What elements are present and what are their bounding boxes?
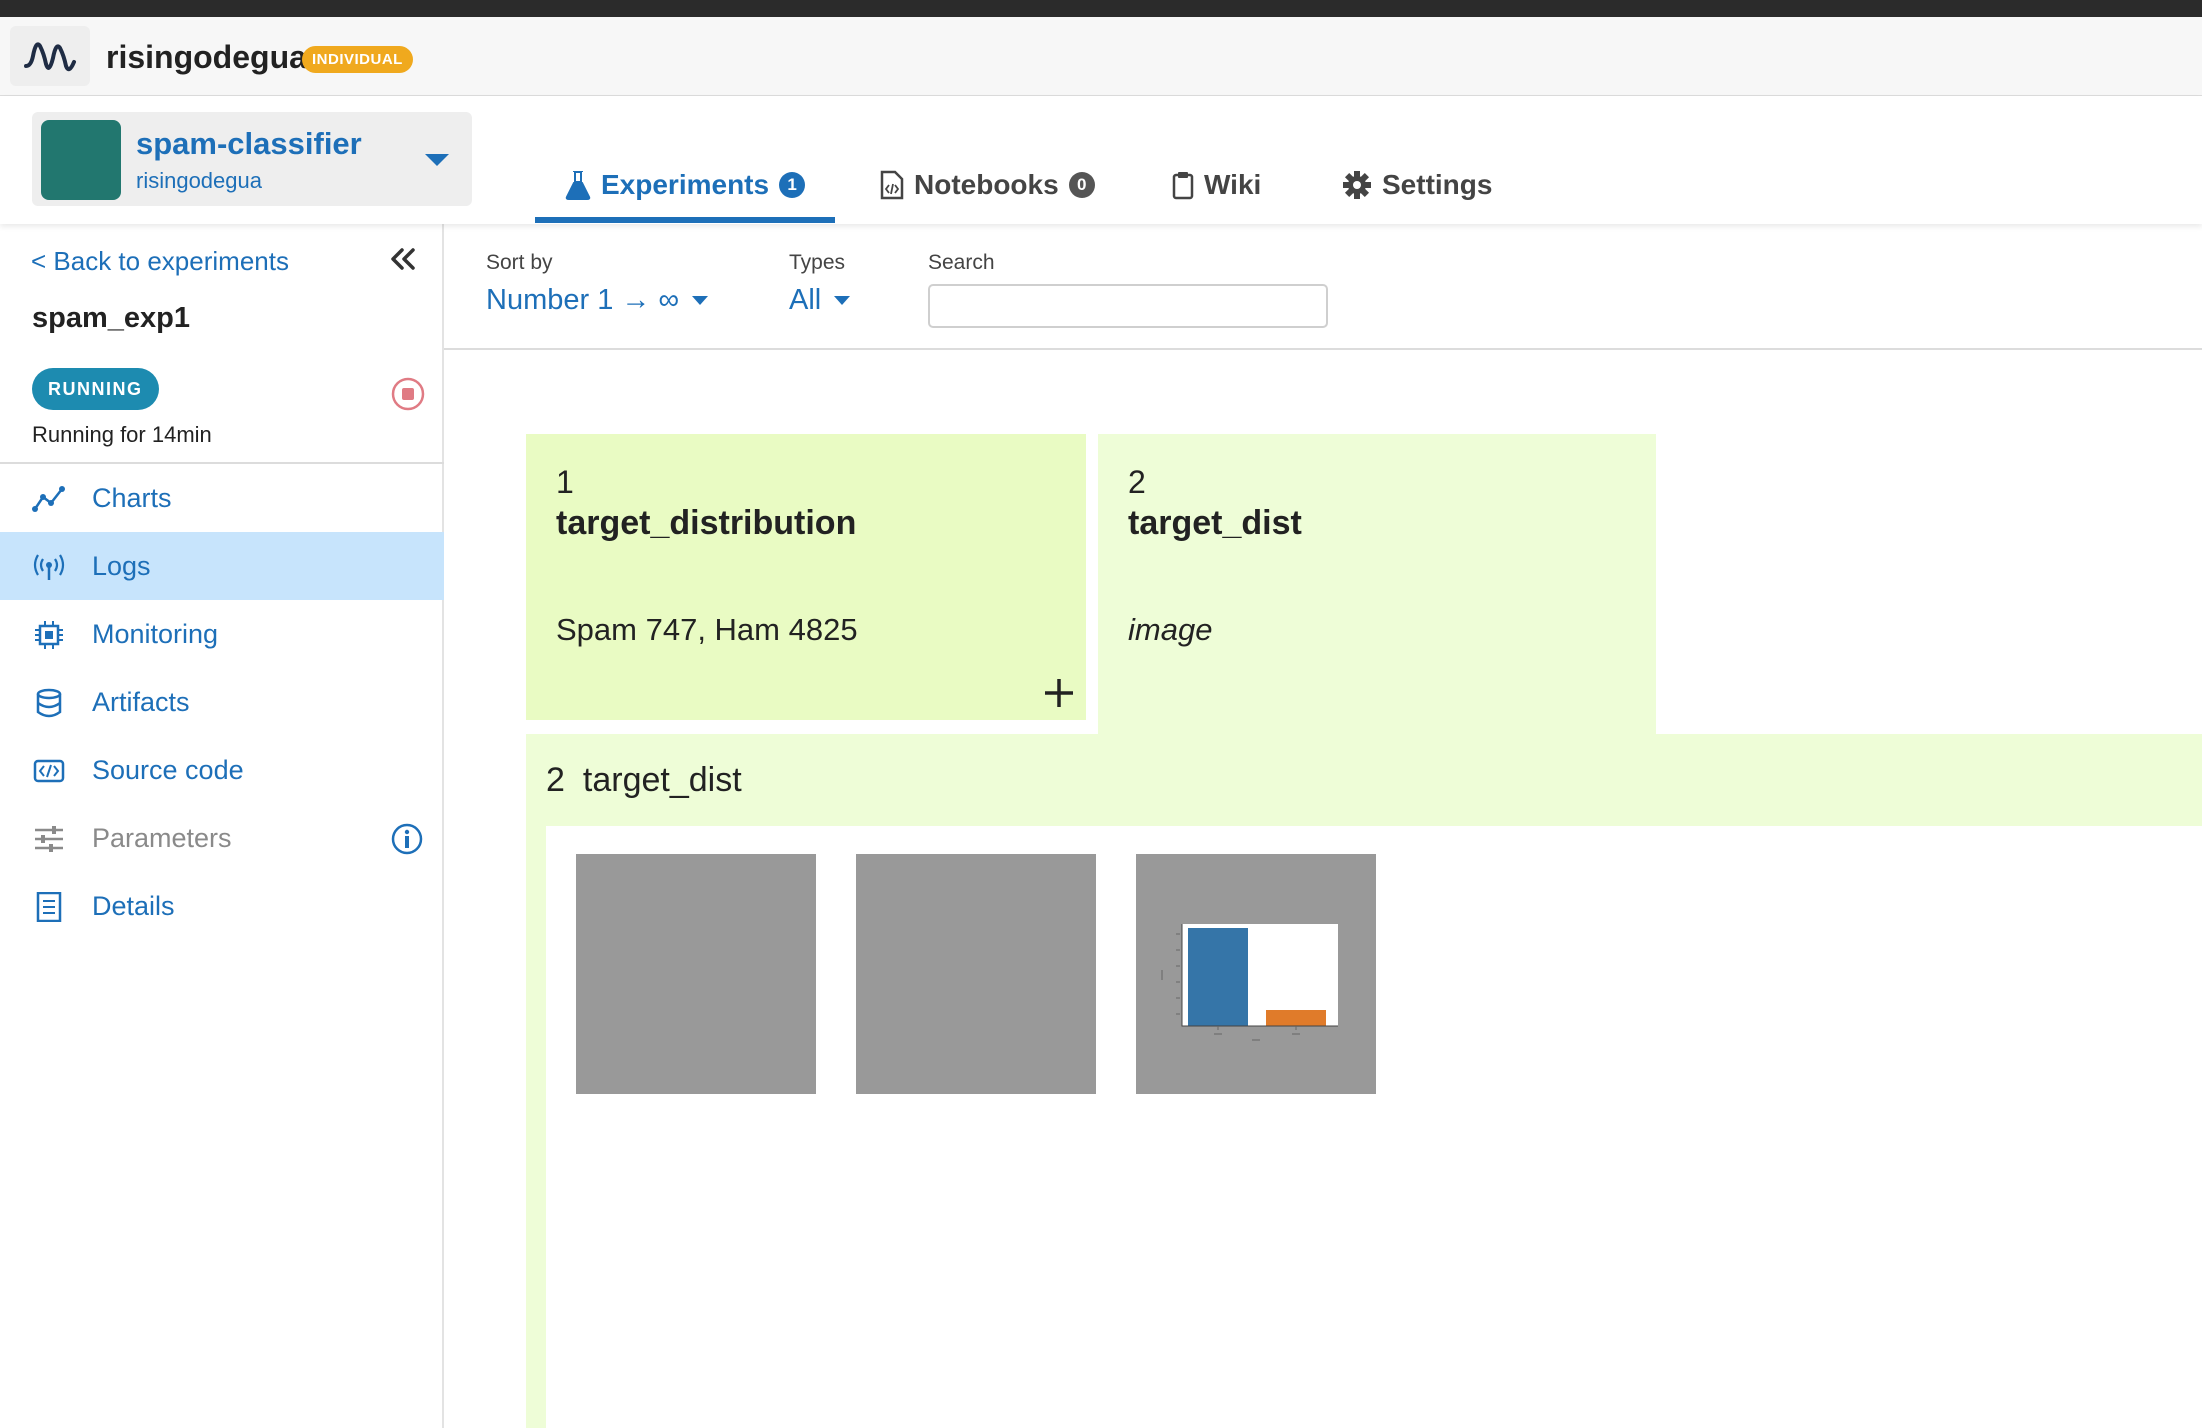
sidebar-item-charts[interactable]: Charts bbox=[0, 464, 444, 532]
notebook-icon bbox=[880, 170, 904, 200]
tab-notebooks[interactable]: Notebooks 0 bbox=[880, 150, 1095, 220]
stop-experiment-icon[interactable] bbox=[390, 376, 426, 412]
tab-experiments[interactable]: Experiments 1 bbox=[565, 150, 806, 220]
flask-icon bbox=[565, 171, 591, 200]
sidebar-item-label: Details bbox=[92, 890, 175, 921]
code-icon bbox=[33, 759, 65, 783]
org-header: risingodegua INDIVIDUAL bbox=[0, 17, 2202, 96]
org-name[interactable]: risingodegua bbox=[106, 39, 307, 76]
experiments-count-badge: 1 bbox=[779, 172, 806, 198]
info-icon[interactable] bbox=[390, 822, 424, 856]
sidebar-item-logs[interactable]: Logs bbox=[0, 532, 444, 600]
tab-settings-label: Settings bbox=[1382, 169, 1493, 200]
search-label: Search bbox=[928, 251, 995, 274]
expanded-log-header: 2 target_dist bbox=[526, 734, 2202, 826]
project-owner: risingodegua bbox=[136, 168, 262, 193]
sidebar-item-details[interactable]: Details bbox=[0, 872, 444, 940]
types-label: Types bbox=[789, 251, 846, 274]
caret-down-icon bbox=[692, 295, 709, 305]
sidebar-item-artifacts[interactable]: Artifacts bbox=[0, 668, 444, 736]
sort-by-label: Sort by bbox=[486, 251, 553, 274]
project-header: spam-classifier risingodegua Experiments… bbox=[0, 96, 2202, 224]
gear-icon bbox=[1343, 171, 1371, 199]
image-gallery bbox=[546, 826, 2202, 1428]
chart-line-icon bbox=[32, 486, 65, 512]
log-name: target_distribution bbox=[556, 504, 857, 542]
sidebar-item-label: Logs bbox=[92, 550, 151, 581]
image-thumbnail[interactable] bbox=[856, 854, 1096, 1094]
back-to-experiments-link[interactable]: < Back to experiments bbox=[31, 246, 289, 277]
log-type: image bbox=[1128, 612, 1213, 647]
sliders-icon bbox=[35, 826, 63, 852]
log-number: 1 bbox=[556, 464, 574, 500]
types-dropdown[interactable]: All bbox=[789, 284, 851, 317]
tab-settings[interactable]: Settings bbox=[1342, 150, 1492, 220]
log-card-1[interactable]: 1 target_distribution Spam 747, Ham 4825 bbox=[526, 434, 1086, 720]
chevron-down-icon bbox=[425, 154, 449, 166]
plan-badge: INDIVIDUAL bbox=[302, 46, 413, 73]
active-tab-indicator bbox=[535, 217, 835, 223]
project-name: spam-classifier bbox=[136, 126, 362, 161]
tab-notebooks-label: Notebooks bbox=[914, 169, 1059, 200]
cpu-chip-icon bbox=[35, 621, 63, 649]
expanded-log-panel: 2 target_dist bbox=[526, 734, 2202, 1428]
image-thumbnail[interactable] bbox=[576, 854, 816, 1094]
sidebar-item-monitoring[interactable]: Monitoring bbox=[0, 600, 444, 668]
tab-wiki[interactable]: Wiki bbox=[1172, 150, 1261, 220]
expanded-log-number: 2 bbox=[546, 760, 565, 799]
wave-logo-icon[interactable] bbox=[10, 26, 90, 86]
sort-by-dropdown[interactable]: Number 1 → ∞ bbox=[486, 284, 709, 317]
tab-wiki-label: Wiki bbox=[1204, 169, 1262, 200]
clipboard-icon bbox=[1172, 172, 1194, 200]
log-name: target_dist bbox=[1128, 504, 1302, 542]
tab-experiments-label: Experiments bbox=[601, 169, 770, 200]
plus-icon[interactable] bbox=[1042, 676, 1076, 710]
sidebar-item-label: Monitoring bbox=[92, 618, 219, 649]
broadcast-icon bbox=[33, 554, 65, 580]
log-number: 2 bbox=[1128, 464, 1146, 500]
status-badge: RUNNING bbox=[32, 368, 159, 410]
sidebar-item-label: Parameters bbox=[92, 822, 232, 853]
logs-content: 1 target_distribution Spam 747, Ham 4825… bbox=[444, 350, 2202, 1428]
document-icon bbox=[36, 892, 62, 922]
sidebar-item-label: Charts bbox=[92, 482, 172, 513]
sidebar-item-parameters[interactable]: Parameters bbox=[0, 804, 444, 872]
expanded-log-name: target_dist bbox=[582, 760, 742, 799]
log-value: Spam 747, Ham 4825 bbox=[556, 612, 858, 647]
log-filter-bar: Sort by Number 1 → ∞ Types All Search bbox=[444, 224, 2202, 350]
database-icon bbox=[36, 688, 62, 718]
experiment-name: spam_exp1 bbox=[32, 302, 190, 334]
project-selector[interactable]: spam-classifier risingodegua bbox=[32, 112, 472, 206]
project-avatar bbox=[41, 120, 121, 200]
notebooks-count-badge: 0 bbox=[1068, 172, 1095, 198]
experiment-sidebar: < Back to experiments spam_exp1 RUNNING … bbox=[0, 224, 444, 1428]
bar-chart-thumbnail bbox=[1161, 924, 1338, 1041]
image-thumbnail[interactable] bbox=[1136, 854, 1376, 1094]
sidebar-item-source-code[interactable]: Source code bbox=[0, 736, 444, 804]
log-card-2[interactable]: 2 target_dist image bbox=[1098, 434, 1656, 734]
running-duration: Running for 14min bbox=[32, 422, 212, 447]
sidebar-item-label: Artifacts bbox=[92, 686, 190, 717]
types-value: All bbox=[789, 284, 822, 316]
window-top-strip bbox=[0, 0, 2202, 17]
sidebar-item-label: Source code bbox=[92, 754, 244, 785]
collapse-sidebar-icon[interactable] bbox=[388, 246, 418, 274]
sort-by-value: Number 1 → ∞ bbox=[486, 284, 680, 316]
caret-down-icon bbox=[834, 295, 851, 305]
search-input[interactable] bbox=[928, 284, 1328, 328]
